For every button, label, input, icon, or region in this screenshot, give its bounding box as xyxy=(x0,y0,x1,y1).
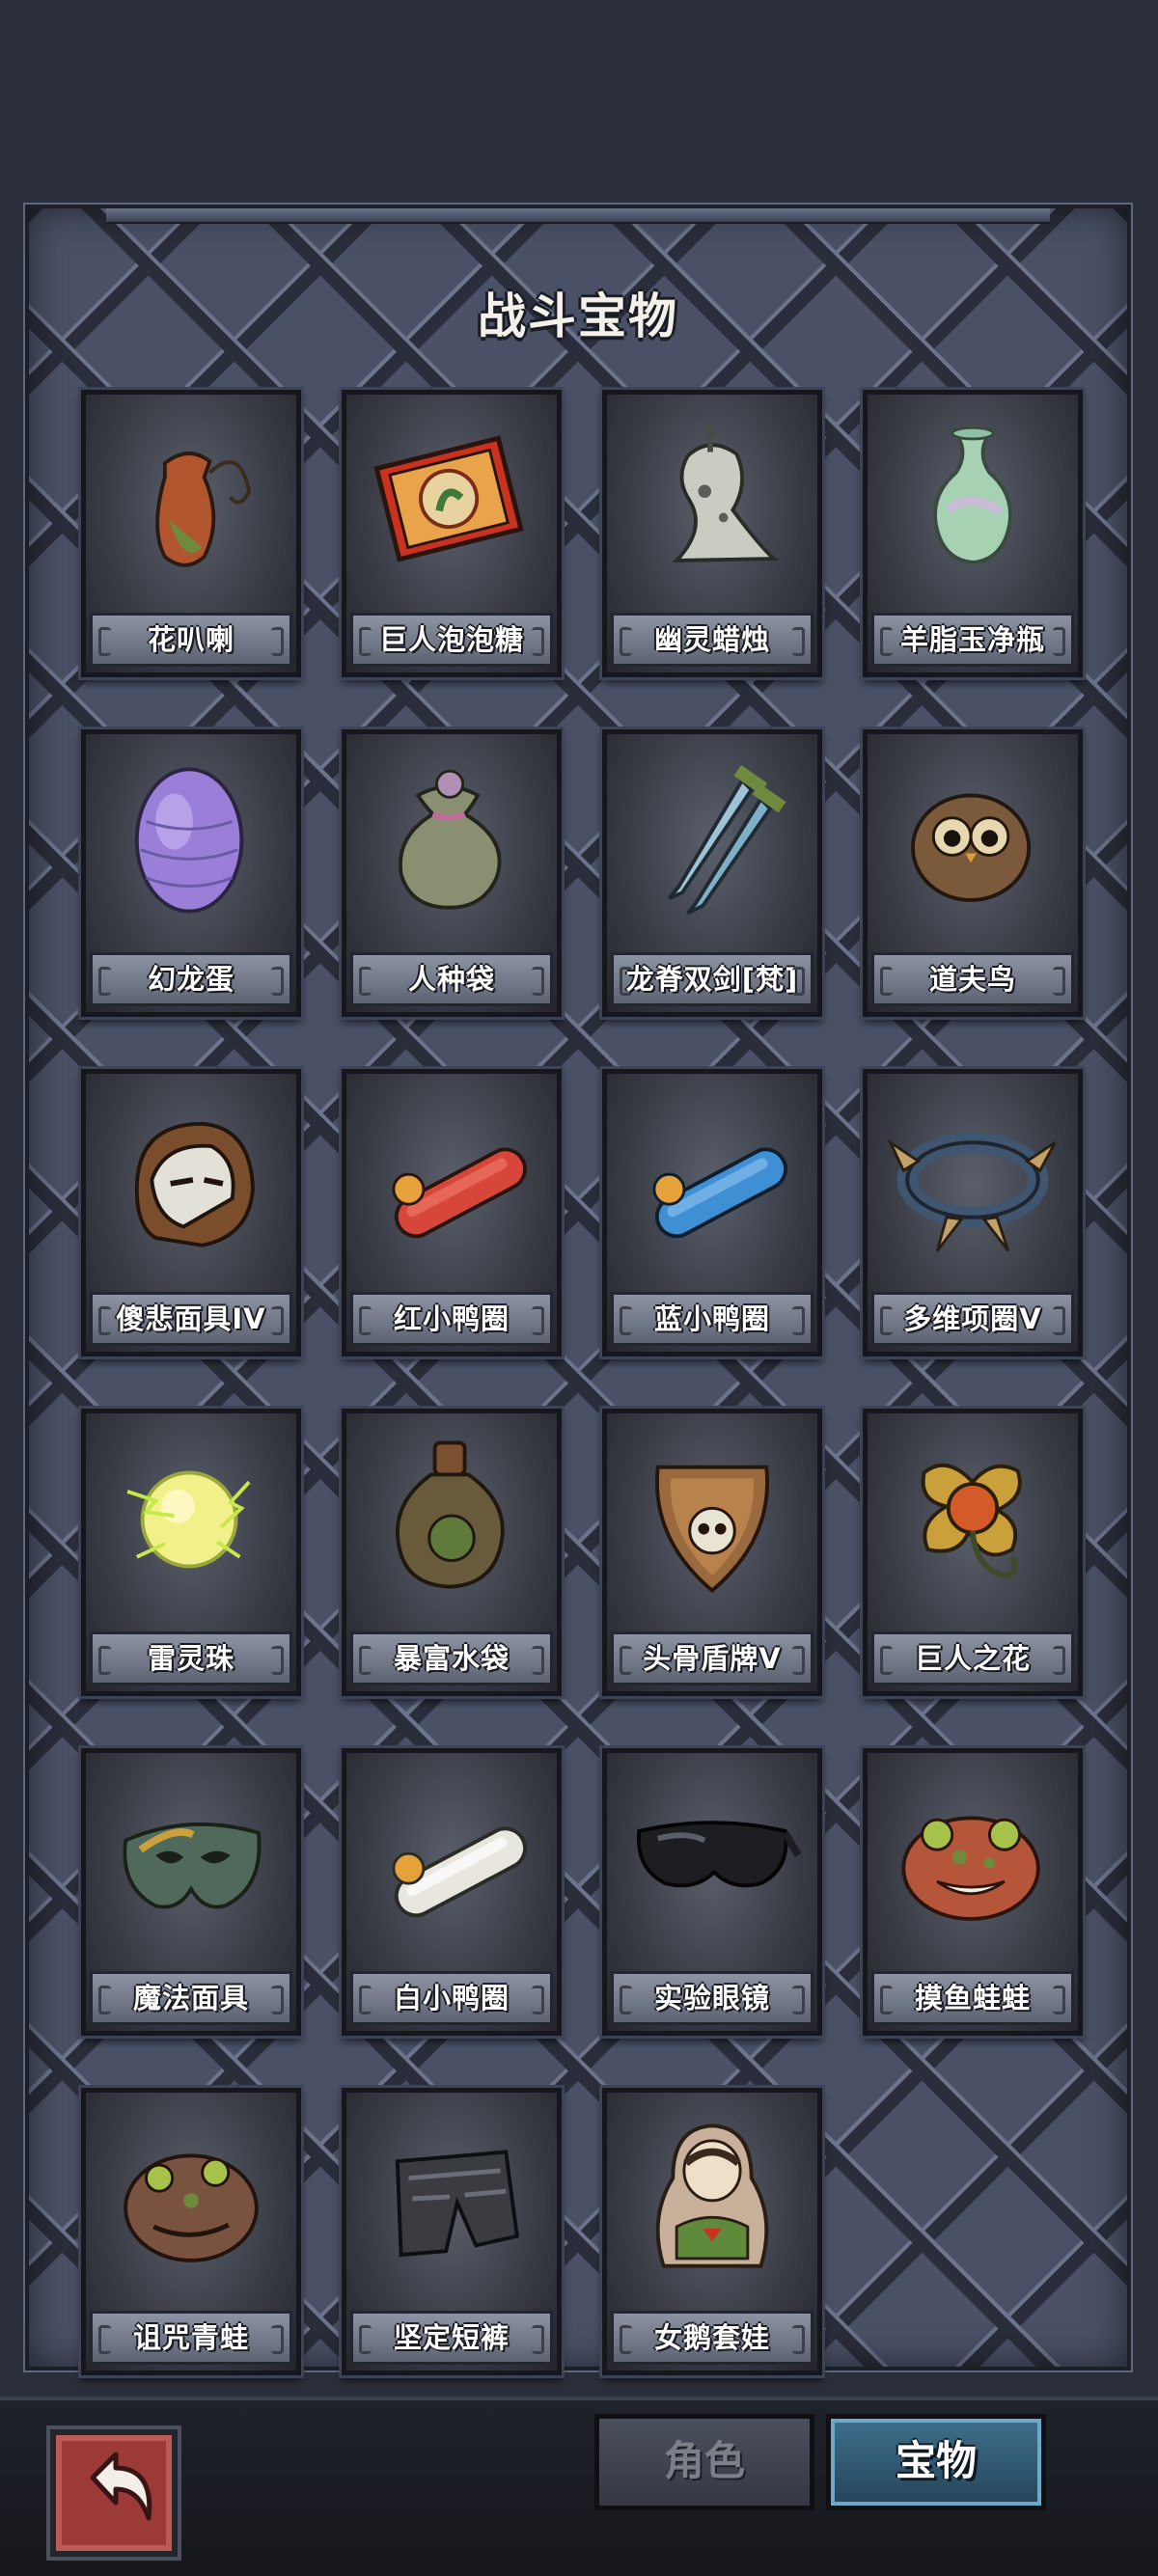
treasure-card-label: 魔法面具 xyxy=(90,1971,292,2025)
treasure-card-label: 实验眼镜 xyxy=(611,1971,813,2025)
treasure-card-label: 诅咒青蛙 xyxy=(90,2311,292,2365)
treasure-card[interactable]: 魔法面具 xyxy=(81,1748,301,2036)
treasure-card[interactable]: 傻悲面具IV xyxy=(81,1069,301,1357)
panel-top-trim xyxy=(106,208,1050,224)
treasure-card[interactable]: 蓝小鸭圈 xyxy=(602,1069,822,1357)
back-button[interactable] xyxy=(50,2429,178,2557)
lazy-frog-icon xyxy=(881,1763,1064,1952)
panel-title: 战斗宝物 xyxy=(478,288,678,344)
treasure-card-label: 红小鸭圈 xyxy=(350,1292,553,1346)
game-screen: 战斗宝物 花叭喇 巨人泡泡糖 幽灵蜡烛 羊脂玉净瓶幻龙蛋 人种袋 龙脊双剑[梵] 道夫鸟傻悲… xyxy=(0,0,1158,2576)
treasure-card-label: 女鹅套娃 xyxy=(611,2311,813,2365)
treasure-card-label: 蓝小鸭圈 xyxy=(611,1292,813,1346)
red-duck-ring-icon xyxy=(360,1083,543,1273)
bubble-gum-box-icon xyxy=(360,404,543,593)
tab-treasure[interactable]: 宝物 xyxy=(826,2414,1046,2510)
treasure-card-label: 花叭喇 xyxy=(90,613,292,667)
helmet-mask-icon xyxy=(99,1083,283,1273)
treasure-card[interactable]: 摸鱼蛙蛙 xyxy=(863,1748,1083,2036)
cursed-frog-icon xyxy=(99,2102,283,2291)
ghost-candle-icon xyxy=(620,404,804,593)
treasure-card-label: 道夫鸟 xyxy=(871,952,1074,1006)
bottom-bar: 角色 宝物 xyxy=(0,2397,1158,2576)
treasure-card[interactable]: 头骨盾牌V xyxy=(602,1409,822,1696)
treasure-card[interactable]: 巨人泡泡糖 xyxy=(342,390,562,677)
spiked-collar-icon xyxy=(881,1083,1064,1273)
treasure-panel: 战斗宝物 花叭喇 巨人泡泡糖 幽灵蜡烛 羊脂玉净瓶幻龙蛋 人种袋 龙脊双剑[梵] 道夫鸟傻悲… xyxy=(23,203,1133,2375)
treasure-card-label: 幻龙蛋 xyxy=(90,952,292,1006)
jade-vase-icon xyxy=(881,404,1064,593)
treasure-card[interactable]: 羊脂玉净瓶 xyxy=(863,390,1083,677)
treasure-card[interactable]: 道夫鸟 xyxy=(863,729,1083,1017)
treasure-card[interactable]: 多维项圈V xyxy=(863,1069,1083,1357)
treasure-card[interactable]: 龙脊双剑[梵] xyxy=(602,729,822,1017)
magic-mask-icon xyxy=(99,1763,283,1952)
treasure-card[interactable]: 幽灵蜡烛 xyxy=(602,390,822,677)
cloth-sack-icon xyxy=(360,744,543,933)
treasure-card-label: 暴富水袋 xyxy=(350,1631,553,1685)
treasure-card-label: 坚定短裤 xyxy=(350,2311,553,2365)
treasure-card-label: 龙脊双剑[梵] xyxy=(611,952,813,1006)
skull-shield-icon xyxy=(620,1423,804,1612)
owl-bird-icon xyxy=(881,744,1064,933)
pitcher-plant-icon xyxy=(99,404,283,593)
dragon-egg-icon xyxy=(99,744,283,933)
treasure-card[interactable]: 人种袋 xyxy=(342,729,562,1017)
treasure-card[interactable]: 女鹅套娃 xyxy=(602,2088,822,2375)
treasure-card-label: 羊脂玉净瓶 xyxy=(871,613,1074,667)
treasure-card[interactable]: 坚定短裤 xyxy=(342,2088,562,2375)
treasure-card[interactable]: 白小鸭圈 xyxy=(342,1748,562,2036)
treasure-card-label: 巨人之花 xyxy=(871,1631,1074,1685)
tab-character[interactable]: 角色 xyxy=(594,2414,814,2510)
treasure-card-label: 巨人泡泡糖 xyxy=(350,613,553,667)
treasure-card[interactable]: 雷灵珠 xyxy=(81,1409,301,1696)
treasure-grid: 花叭喇 巨人泡泡糖 幽灵蜡烛 羊脂玉净瓶幻龙蛋 人种袋 龙脊双剑[梵] 道夫鸟傻悲面具IV 红… xyxy=(81,390,1085,2375)
lab-goggles-icon xyxy=(620,1763,804,1952)
treasure-card[interactable]: 暴富水袋 xyxy=(342,1409,562,1696)
twin-swords-icon xyxy=(620,744,804,933)
treasure-card-label: 雷灵珠 xyxy=(90,1631,292,1685)
treasure-card-label: 傻悲面具IV xyxy=(90,1292,292,1346)
treasure-card[interactable]: 实验眼镜 xyxy=(602,1748,822,2036)
blue-duck-ring-icon xyxy=(620,1083,804,1273)
treasure-card-label: 人种袋 xyxy=(350,952,553,1006)
thunder-orb-icon xyxy=(99,1423,283,1612)
back-arrow-icon xyxy=(90,2452,152,2521)
treasure-card[interactable]: 红小鸭圈 xyxy=(342,1069,562,1357)
giant-flower-icon xyxy=(881,1423,1064,1612)
water-flask-icon xyxy=(360,1423,543,1612)
treasure-card-label: 多维项圈V xyxy=(871,1292,1074,1346)
treasure-card[interactable]: 花叭喇 xyxy=(81,390,301,677)
treasure-card[interactable]: 幻龙蛋 xyxy=(81,729,301,1017)
treasure-card-label: 头骨盾牌V xyxy=(611,1631,813,1685)
treasure-card-label: 摸鱼蛙蛙 xyxy=(871,1971,1074,2025)
treasure-card-label: 白小鸭圈 xyxy=(350,1971,553,2025)
treasure-card[interactable]: 诅咒青蛙 xyxy=(81,2088,301,2375)
treasure-card[interactable]: 巨人之花 xyxy=(863,1409,1083,1696)
treasure-card-label: 幽灵蜡烛 xyxy=(611,613,813,667)
white-duck-ring-icon xyxy=(360,1763,543,1952)
nesting-doll-icon xyxy=(620,2102,804,2291)
armored-shorts-icon xyxy=(360,2102,543,2291)
